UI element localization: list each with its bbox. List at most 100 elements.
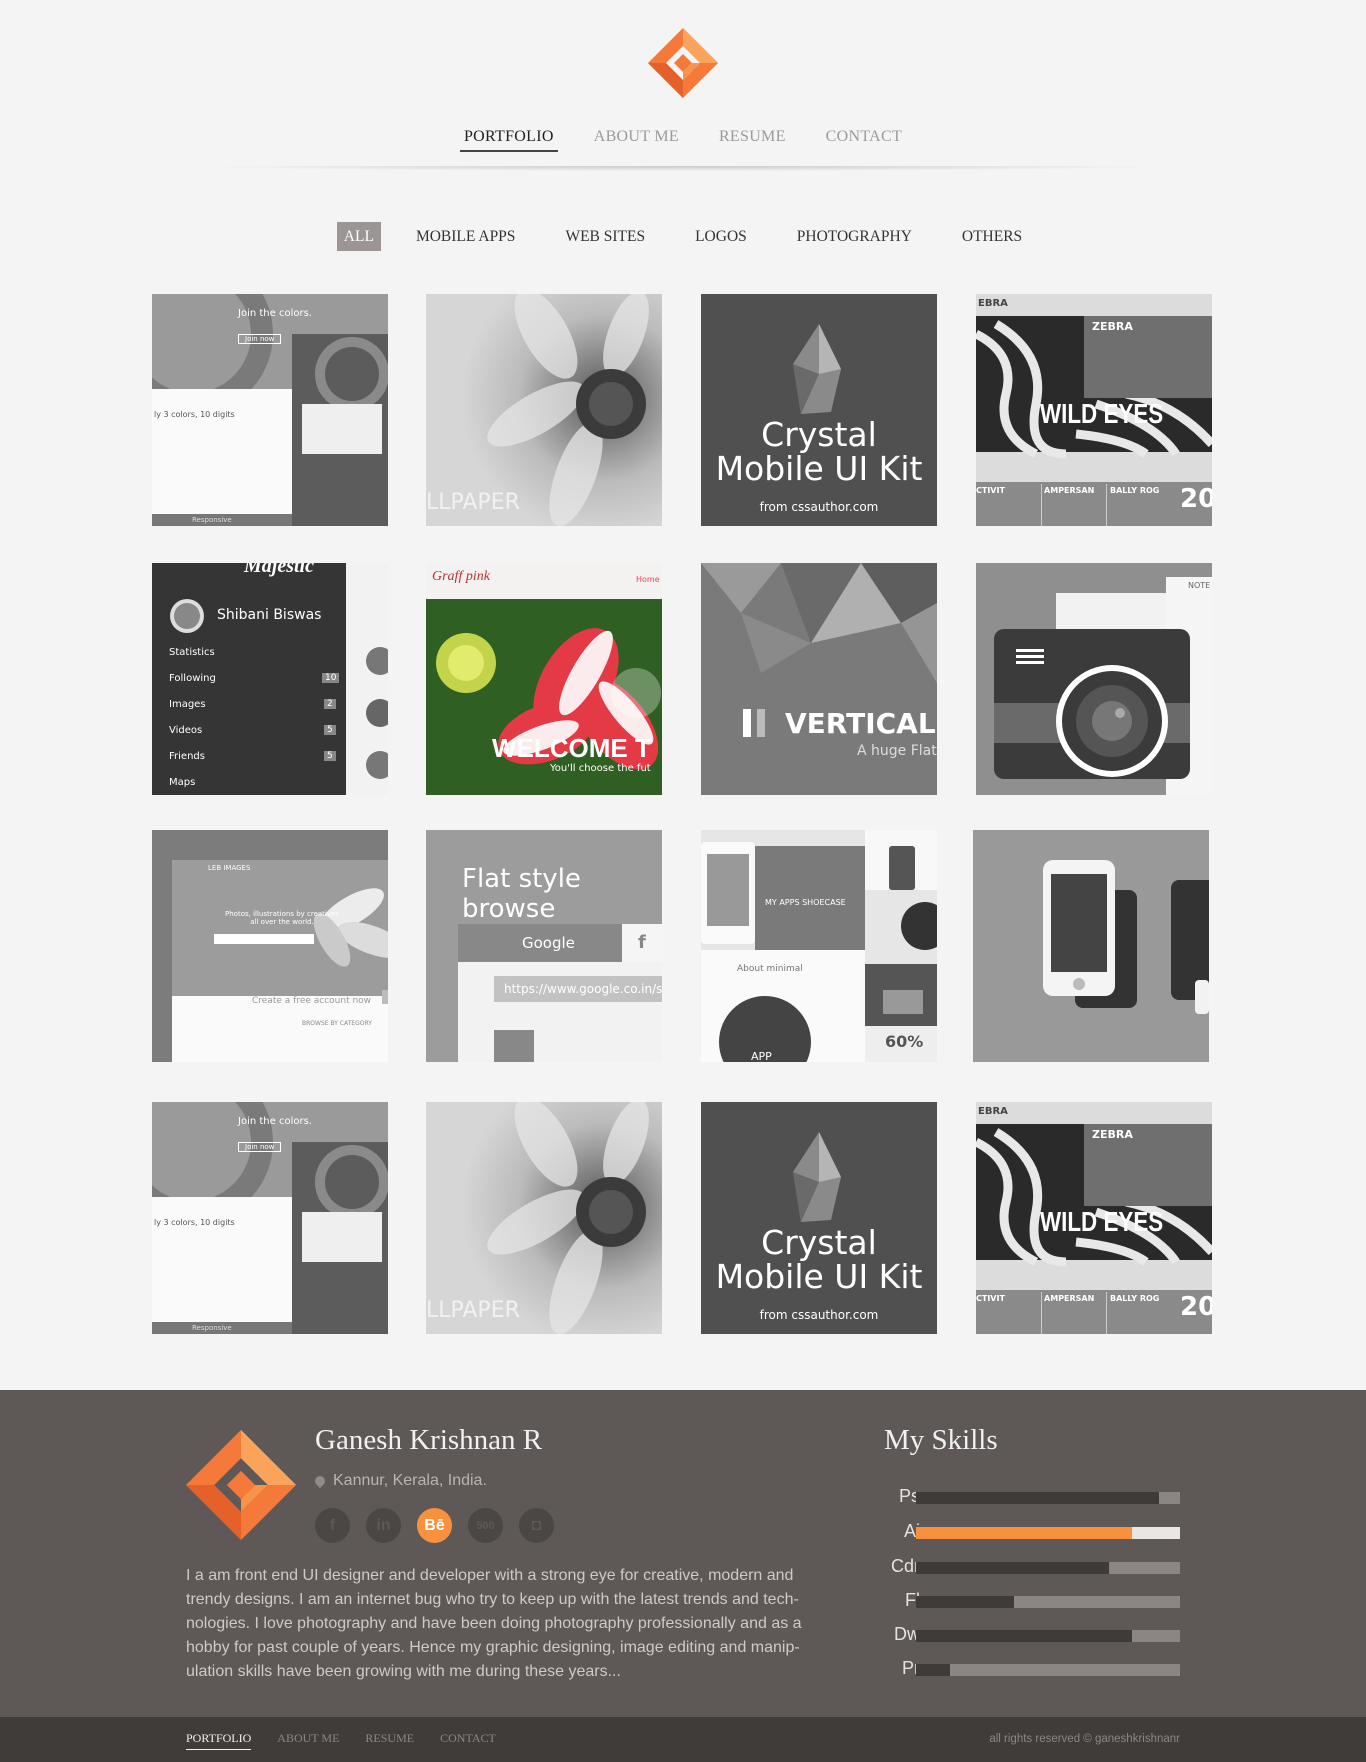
tile-app: APP [751, 1050, 772, 1062]
social-links: f in Bē 500 ◘ [315, 1508, 554, 1543]
tile-sub-3: BALLY ROG [1110, 1294, 1160, 1303]
portfolio-item-join-colors[interactable]: Join the colors. Join now ly 3 colors, 1… [152, 1102, 388, 1334]
tile-title: MY APPS SHOECASE [765, 898, 846, 907]
footer-nav-portfolio[interactable]: PORTFOLIO [186, 1731, 252, 1750]
tile-text: LLPAPER [426, 490, 520, 515]
tile-category: BROWSE BY CATEGORY [302, 1020, 372, 1027]
header-divider [110, 166, 1256, 172]
portfolio-item-flower-wallpaper[interactable]: LLPAPER [426, 1102, 662, 1334]
footer-nav-contact[interactable]: CONTACT [440, 1731, 496, 1749]
tile-heading: Join the colors. [238, 1116, 312, 1127]
instagram-icon[interactable]: ◘ [519, 1508, 554, 1543]
main-nav: PORTFOLIO ABOUT ME RESUME CONTACT [0, 128, 1366, 152]
tile-title: VERTICAL [785, 707, 936, 740]
portfolio-item-majestic[interactable]: Majestic Shibani Biswas Statistics Follo… [152, 563, 388, 795]
tile-foot: Responsive [192, 1324, 232, 1332]
footer: Ganesh Krishnan R Kannur, Kerala, India.… [0, 1390, 1366, 1717]
tile-line: Photos, illustrations by creatives all o… [225, 910, 339, 926]
skill-row-fl: Fl [860, 1590, 1180, 1612]
filter-mobile-apps[interactable]: MOBILE APPS [409, 222, 523, 251]
tile-title-2: Mobile UI Kit [715, 1257, 923, 1296]
tile-brand: Graff pink [432, 569, 490, 584]
filter-photography[interactable]: PHOTOGRAPHY [790, 222, 919, 251]
skill-row-ps: Ps [860, 1486, 1180, 1508]
skill-bar [916, 1562, 1180, 1574]
portfolio-item-flower-wallpaper[interactable]: LLPAPER [426, 294, 662, 526]
tile-menu-0: Statistics [169, 647, 215, 658]
filter-web-sites[interactable]: WEB SITES [558, 222, 652, 251]
tile-count-1: 10 [322, 673, 340, 683]
tile-cta: Create a free account now [252, 996, 372, 1006]
tile-menu-1: Following [169, 673, 216, 684]
tile-brand: EBRA [978, 1106, 1008, 1117]
nav-about-me[interactable]: ABOUT ME [590, 128, 683, 150]
nav-portfolio[interactable]: PORTFOLIO [459, 128, 558, 152]
portfolio-item-camera[interactable]: NOTE [976, 563, 1212, 795]
portfolio-filters: ALL MOBILE APPS WEB SITES LOGOS PHOTOGRA… [0, 222, 1366, 251]
portfolio-item-join-colors[interactable]: Join the colors. Join now ly 3 colors, 1… [152, 294, 388, 526]
copyright: all rights reserved © ganeshkrishnanr [989, 1733, 1180, 1745]
tile-title: Flat style browse [462, 864, 581, 924]
tile-count-2: 2 [324, 699, 336, 709]
portfolio-item-leb-images[interactable]: LEB IMAGES Photos, illustrations by crea… [152, 830, 388, 1062]
filter-logos[interactable]: LOGOS [688, 222, 754, 251]
skill-bar-fill [916, 1664, 951, 1676]
portfolio-item-apps-showcase[interactable]: MY APPS SHOECASE About minimal APP 60% [701, 830, 937, 1062]
tile-title-1: Crystal [761, 1223, 877, 1262]
tile-number: 20 [1180, 1292, 1212, 1322]
portfolio-item-flat-browser[interactable]: Flat style browse Google f https://www.g… [426, 830, 662, 1062]
skills-title: My Skills [884, 1424, 998, 1456]
500px-icon[interactable]: 500 [468, 1508, 503, 1543]
tile-sub-2: AMPERSAN [1044, 1294, 1095, 1303]
portfolio-item-graff-pink[interactable]: Graff pink Home WELCOME T You'll choose … [426, 563, 662, 795]
tile-title-2: Mobile UI Kit [715, 449, 923, 488]
tile-brand: LEB IMAGES [208, 864, 251, 872]
skill-bar-fill [916, 1596, 1014, 1608]
tile-menu-4: Friends [169, 751, 205, 762]
tile-logo: ZEBRA [1092, 1128, 1133, 1141]
tile-title-1: Crystal [761, 415, 877, 454]
nav-contact[interactable]: CONTACT [822, 128, 906, 150]
skill-bar-fill [916, 1630, 1133, 1642]
skill-bar-fill [916, 1492, 1159, 1504]
tile-foot: Responsive [192, 516, 232, 524]
behance-icon[interactable]: Bē [417, 1508, 452, 1543]
footer-nav: PORTFOLIO ABOUT ME RESUME CONTACT [186, 1731, 522, 1750]
tile-home: Home [636, 575, 660, 584]
profile-name: Ganesh Krishnan R [315, 1424, 543, 1456]
skill-bar [916, 1596, 1180, 1608]
filter-all[interactable]: ALL [336, 222, 381, 251]
bottom-bar: PORTFOLIO ABOUT ME RESUME CONTACT all ri… [0, 1717, 1366, 1762]
facebook-icon: f [638, 932, 646, 953]
tile-brand: Majestic [244, 563, 314, 577]
footer-nav-about-me[interactable]: ABOUT ME [277, 1731, 339, 1749]
tile-search: Google [522, 934, 575, 952]
tile-label: NOTE [1188, 581, 1211, 590]
tile-user-name: Shibani Biswas [217, 607, 322, 623]
skill-bar [916, 1664, 1180, 1676]
tile-heading: Join the colors. [238, 308, 312, 319]
tile-sub-1: CTIVIT [976, 1294, 1005, 1303]
footer-nav-resume[interactable]: RESUME [365, 1731, 414, 1749]
tile-menu-2: Images [169, 699, 206, 710]
location-pin-icon [312, 1473, 328, 1488]
brand-logo-icon[interactable] [648, 28, 718, 98]
profile-location: Kannur, Kerala, India. [312, 1472, 487, 1490]
brand-logo-icon [186, 1430, 296, 1540]
portfolio-item-zebra[interactable]: EBRA ZEBRA WILD EYES CTIVIT AMPERSAN BAL… [976, 1102, 1212, 1334]
tile-text: LLPAPER [426, 1298, 520, 1323]
tile-logo: ZEBRA [1092, 320, 1133, 333]
nav-resume[interactable]: RESUME [715, 128, 790, 150]
portfolio-item-zebra[interactable]: EBRA ZEBRA WILD EYES CTIVIT AMPERSAN BAL… [976, 294, 1212, 526]
location-text: Kannur, Kerala, India. [333, 1472, 487, 1489]
portfolio-item-vertical[interactable]: VERTICAL A huge Flat [701, 563, 937, 795]
facebook-icon[interactable]: f [315, 1508, 350, 1543]
portfolio-item-crystal-ui-kit[interactable]: Crystal Mobile UI Kit from cssauthor.com [701, 294, 937, 526]
filter-others[interactable]: OTHERS [955, 222, 1029, 251]
tile-title: WELCOME T [492, 733, 651, 763]
portfolio-item-devices[interactable] [973, 830, 1209, 1062]
tile-sub: from cssauthor.com [759, 500, 879, 514]
linkedin-icon[interactable]: in [366, 1508, 401, 1543]
portfolio-item-crystal-ui-kit[interactable]: Crystal Mobile UI Kit from cssauthor.com [701, 1102, 937, 1334]
tile-sub-3: BALLY ROG [1110, 486, 1160, 495]
